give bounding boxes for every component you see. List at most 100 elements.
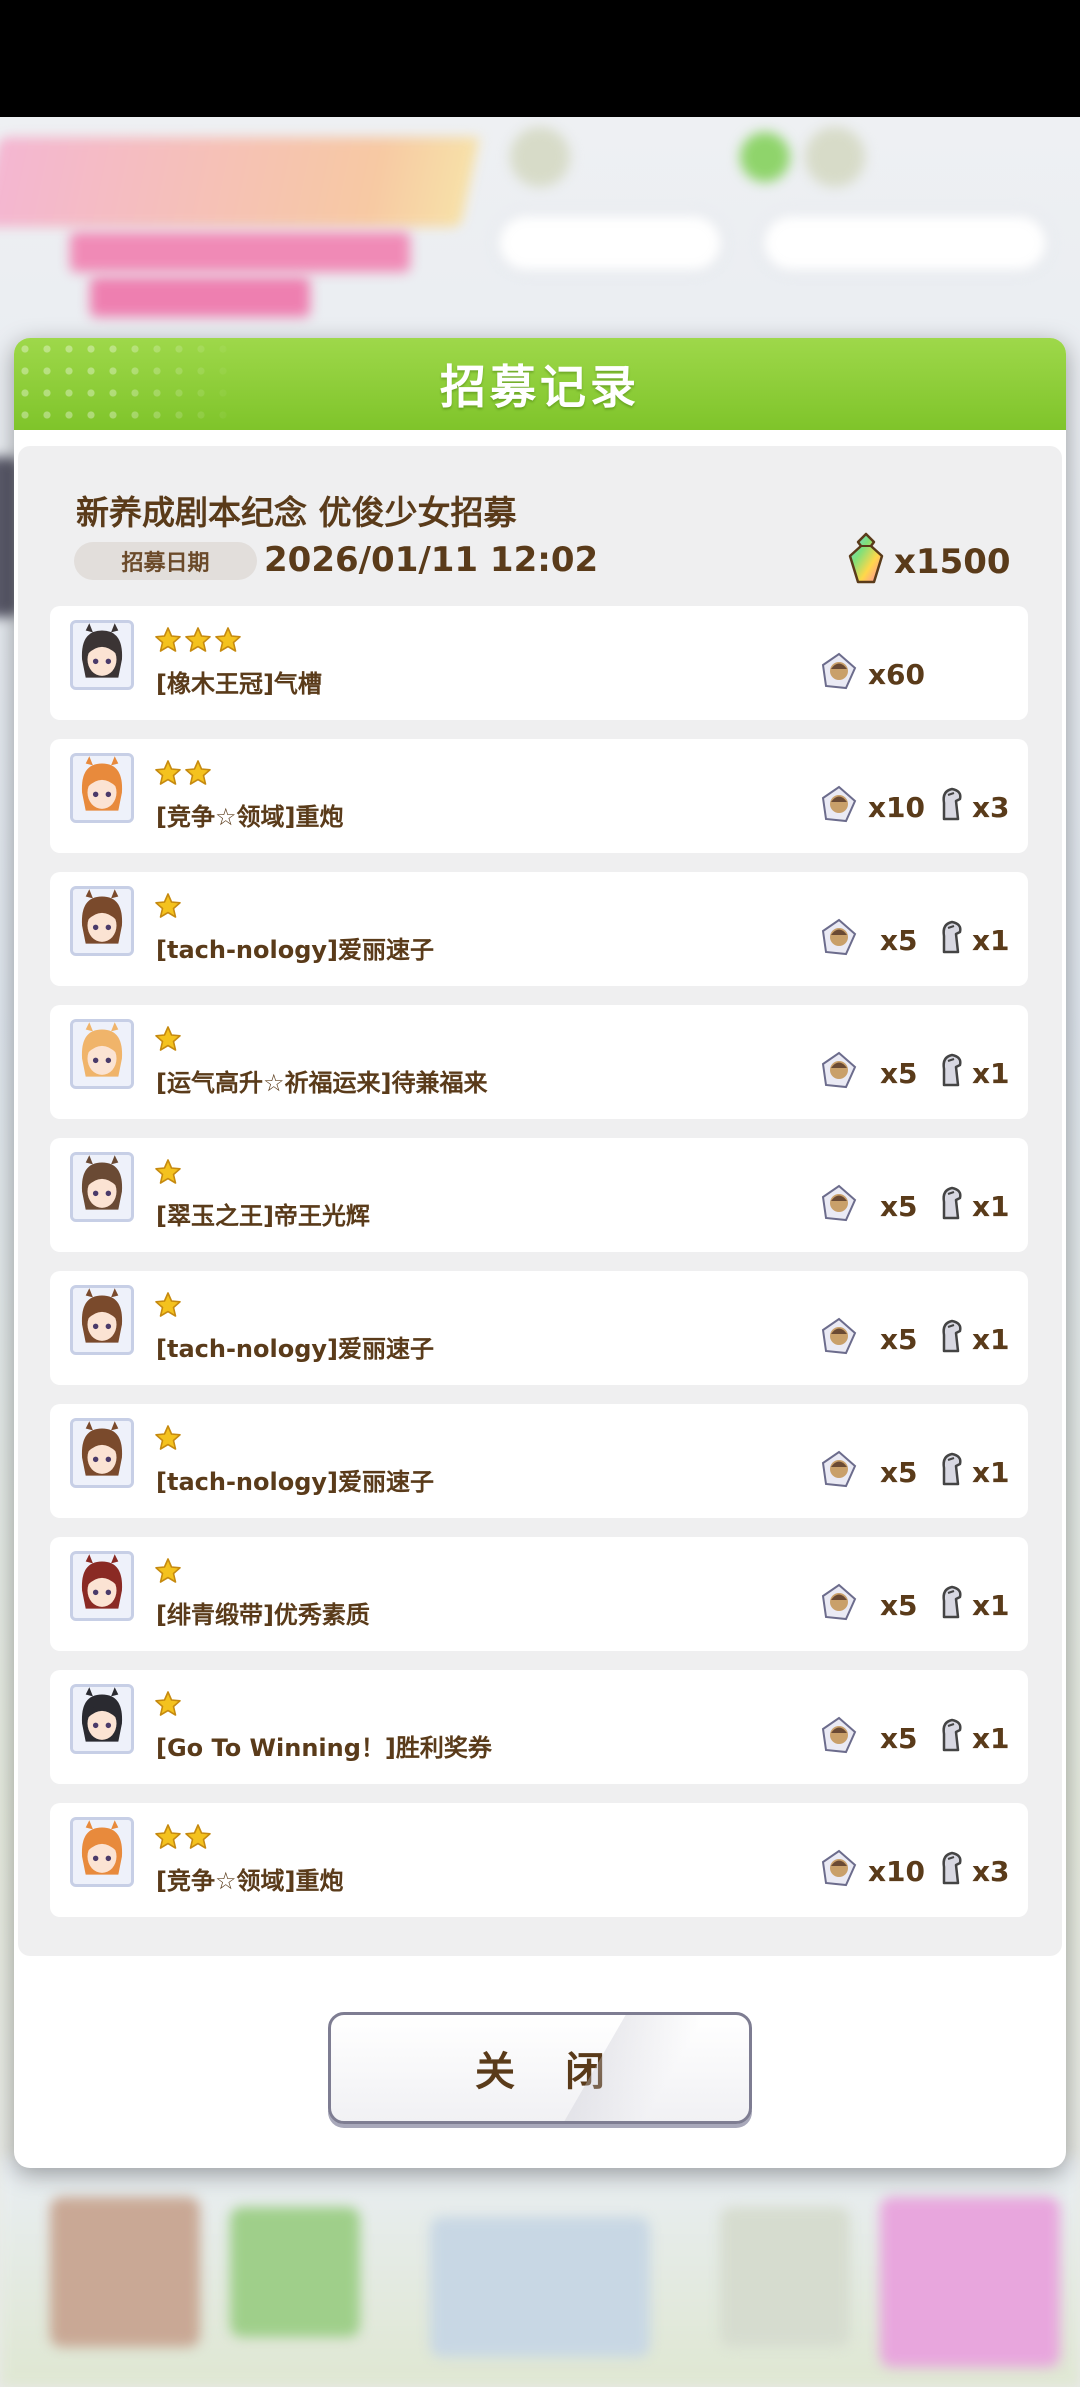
carat-gem-icon bbox=[848, 532, 884, 584]
character-name: [tach-nology]爱丽速子 bbox=[156, 1468, 434, 1496]
piece-amount: x5 bbox=[880, 1589, 918, 1622]
horseshoe-statue-icon bbox=[936, 1849, 966, 1887]
character-avatar bbox=[70, 1551, 134, 1621]
character-avatar bbox=[70, 1019, 134, 1089]
horseshoe-amount: x1 bbox=[972, 1589, 1010, 1622]
piece-amount: x10 bbox=[868, 791, 926, 824]
piece-icon bbox=[820, 1583, 858, 1621]
piece-icon bbox=[820, 652, 858, 690]
character-avatar bbox=[70, 1152, 134, 1222]
horseshoe-amount: x1 bbox=[972, 1323, 1010, 1356]
character-avatar bbox=[70, 1817, 134, 1887]
character-name: [tach-nology]爱丽速子 bbox=[156, 1335, 434, 1363]
rarity-stars bbox=[154, 626, 242, 656]
result-row: [Go To Winning！]胜利奖券 x5 x1 bbox=[50, 1670, 1028, 1784]
close-button-label: 关 闭 bbox=[475, 2049, 623, 2095]
piece-amount: x5 bbox=[880, 1057, 918, 1090]
rarity-stars bbox=[154, 1690, 182, 1720]
result-row: [运气高升☆祈福运来]待兼福来 x5 x1 bbox=[50, 1005, 1028, 1119]
character-name: [绯青缎带]优秀素质 bbox=[156, 1601, 370, 1629]
rarity-stars bbox=[154, 892, 182, 922]
character-name: [运气高升☆祈福运来]待兼福来 bbox=[156, 1069, 488, 1097]
star-icon bbox=[154, 1025, 182, 1055]
bg-avatar-icon bbox=[510, 127, 570, 187]
star-icon bbox=[154, 1557, 182, 1587]
character-avatar bbox=[70, 1418, 134, 1488]
bg-nav-item bbox=[880, 2197, 1060, 2367]
rarity-stars bbox=[154, 1424, 182, 1454]
bg-nav-item bbox=[230, 2207, 360, 2337]
star-icon bbox=[154, 759, 182, 789]
star-icon bbox=[154, 1291, 182, 1321]
star-icon bbox=[154, 626, 182, 656]
result-row: [绯青缎带]优秀素质 x5 x1 bbox=[50, 1537, 1028, 1651]
horseshoe-statue-icon bbox=[936, 918, 966, 956]
rarity-stars bbox=[154, 1823, 212, 1853]
piece-icon bbox=[820, 1184, 858, 1222]
dialog-header: 招募记录 bbox=[14, 338, 1066, 430]
screen: 招募记录 新养成剧本纪念 优俊少女招募 招募日期 2026/01/11 12:0… bbox=[0, 0, 1080, 2387]
result-row: [tach-nology]爱丽速子 x5 x1 bbox=[50, 872, 1028, 986]
character-name: [Go To Winning！]胜利奖券 bbox=[156, 1734, 492, 1762]
piece-amount: x5 bbox=[880, 1456, 918, 1489]
bg-add-icon bbox=[740, 132, 790, 182]
horseshoe-statue-icon bbox=[936, 1184, 966, 1222]
rarity-stars bbox=[154, 1025, 182, 1055]
star-icon bbox=[184, 626, 212, 656]
rarity-stars bbox=[154, 1158, 182, 1188]
character-avatar bbox=[70, 1285, 134, 1355]
horseshoe-statue-icon bbox=[936, 785, 966, 823]
bg-nav-item bbox=[430, 2217, 650, 2357]
star-icon bbox=[184, 759, 212, 789]
cost-value: x1500 bbox=[894, 542, 1011, 582]
result-row: [橡木王冠]气槽 x60 bbox=[50, 606, 1028, 720]
piece-icon bbox=[820, 1051, 858, 1089]
result-row: [tach-nology]爱丽速子 x5 x1 bbox=[50, 1271, 1028, 1385]
piece-icon bbox=[820, 1317, 858, 1355]
star-icon bbox=[154, 1823, 182, 1853]
gacha-name: 新养成剧本纪念 优俊少女招募 bbox=[76, 493, 517, 532]
star-icon bbox=[154, 1158, 182, 1188]
result-row: [竞争☆领域]重炮 x10 x3 bbox=[50, 739, 1028, 853]
bg-banner-strip bbox=[90, 277, 310, 317]
history-panel: 新养成剧本纪念 优俊少女招募 招募日期 2026/01/11 12:02 x15… bbox=[18, 446, 1062, 1956]
result-row: [翠玉之王]帝王光辉 x5 x1 bbox=[50, 1138, 1028, 1252]
star-icon bbox=[184, 1823, 212, 1853]
gacha-history-dialog: 招募记录 新养成剧本纪念 优俊少女招募 招募日期 2026/01/11 12:0… bbox=[14, 338, 1066, 2168]
character-avatar bbox=[70, 753, 134, 823]
horseshoe-amount: x1 bbox=[972, 1722, 1010, 1755]
close-button[interactable]: 关 闭 bbox=[328, 2012, 752, 2124]
piece-icon bbox=[820, 1450, 858, 1488]
piece-icon bbox=[820, 1849, 858, 1887]
character-name: [翠玉之王]帝王光辉 bbox=[156, 1202, 370, 1230]
horseshoe-amount: x1 bbox=[972, 1057, 1010, 1090]
horseshoe-statue-icon bbox=[936, 1583, 966, 1621]
date-label: 招募日期 bbox=[74, 542, 257, 580]
piece-amount: x60 bbox=[868, 658, 926, 691]
piece-amount: x5 bbox=[880, 1323, 918, 1356]
horseshoe-amount: x1 bbox=[972, 1190, 1010, 1223]
horseshoe-amount: x1 bbox=[972, 924, 1010, 957]
bg-banner-strip bbox=[70, 232, 410, 272]
character-avatar bbox=[70, 620, 134, 690]
bg-nav-item bbox=[50, 2197, 200, 2347]
piece-amount: x10 bbox=[868, 1855, 926, 1888]
horseshoe-amount: x3 bbox=[972, 791, 1010, 824]
horseshoe-amount: x3 bbox=[972, 1855, 1010, 1888]
piece-amount: x5 bbox=[880, 1722, 918, 1755]
rarity-stars bbox=[154, 759, 212, 789]
horseshoe-statue-icon bbox=[936, 1051, 966, 1089]
result-row: [竞争☆领域]重炮 x10 x3 bbox=[50, 1803, 1028, 1917]
star-icon bbox=[154, 892, 182, 922]
rarity-stars bbox=[154, 1291, 182, 1321]
bg-button bbox=[760, 212, 1050, 274]
star-icon bbox=[154, 1690, 182, 1720]
star-icon bbox=[214, 626, 242, 656]
character-name: [tach-nology]爱丽速子 bbox=[156, 936, 434, 964]
bg-button bbox=[495, 212, 725, 274]
horseshoe-amount: x1 bbox=[972, 1456, 1010, 1489]
piece-amount: x5 bbox=[880, 1190, 918, 1223]
status-bar bbox=[0, 0, 1080, 117]
character-name: [竞争☆领域]重炮 bbox=[156, 1867, 344, 1895]
horseshoe-statue-icon bbox=[936, 1716, 966, 1754]
